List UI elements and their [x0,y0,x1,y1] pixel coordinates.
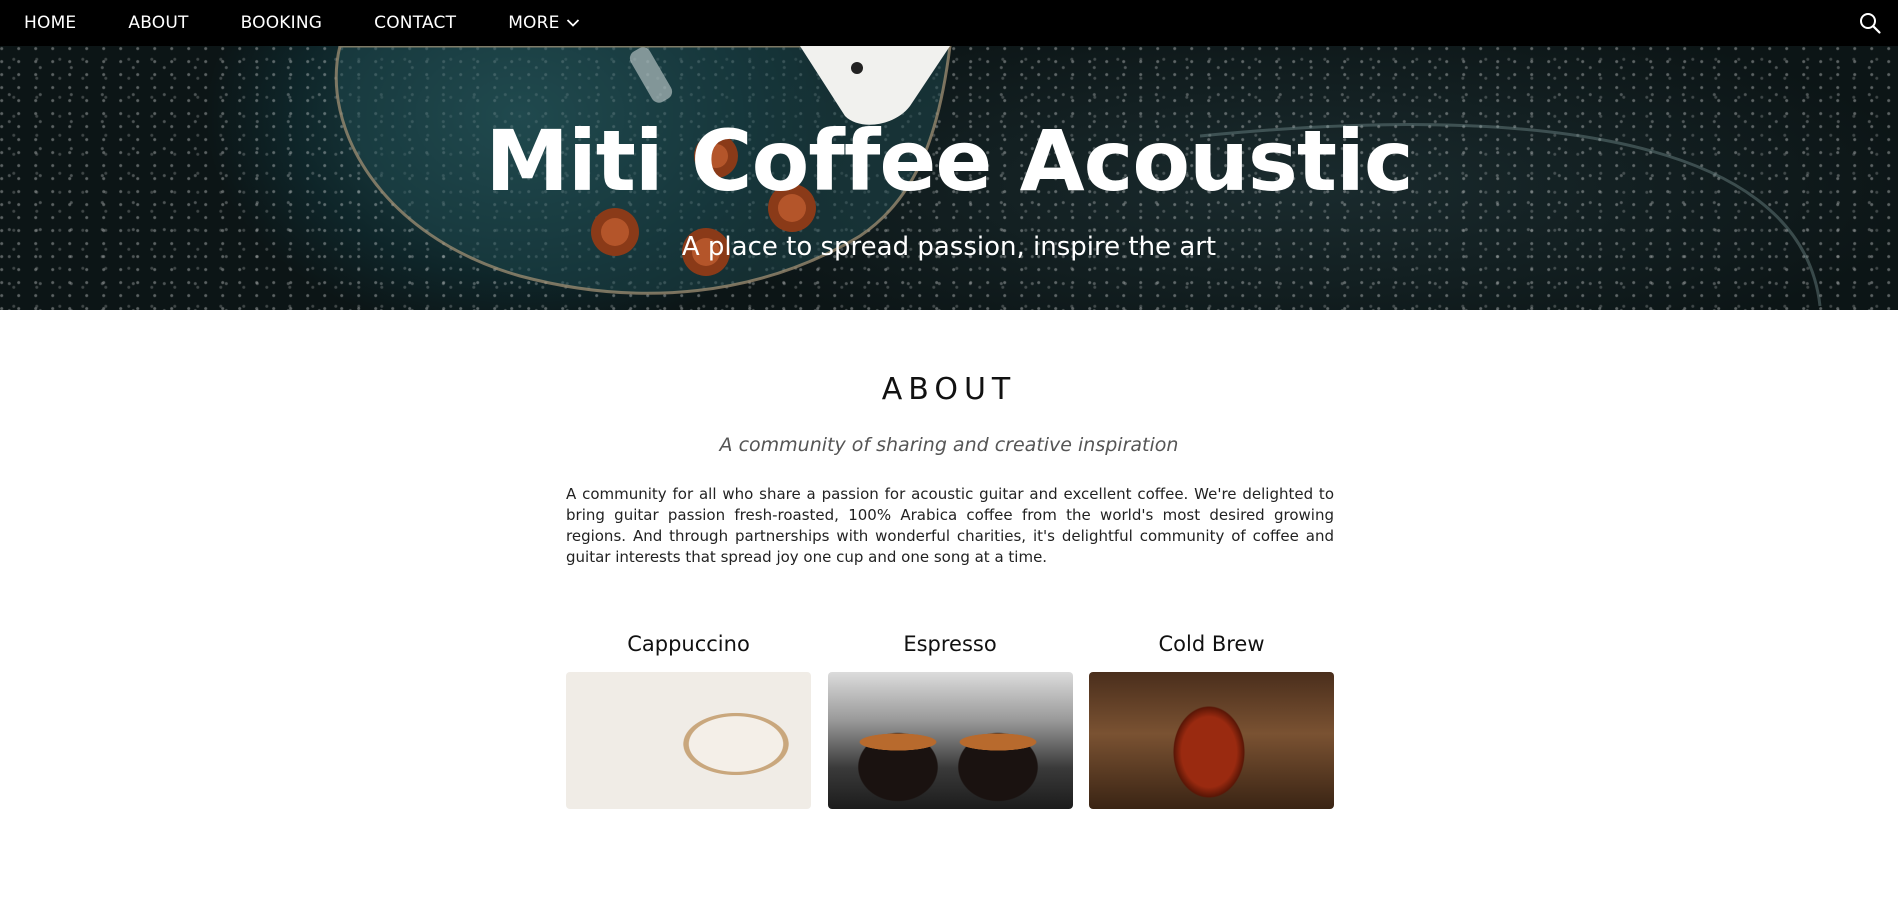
search-icon[interactable] [1858,11,1882,35]
product-card-cold-brew[interactable]: Cold Brew [1089,630,1334,809]
product-name: Cappuccino [627,632,750,656]
nav-item-label: HOME [24,13,77,33]
nav-item-about[interactable]: ABOUT [128,13,188,33]
cappuccino-image [566,672,811,809]
about-heading: ABOUT [881,372,1017,407]
nav-item-booking[interactable]: BOOKING [241,13,323,33]
product-name: Cold Brew [1158,632,1265,656]
product-card-espresso[interactable]: Espresso [827,630,1073,809]
about-tagline: A community of sharing and creative insp… [719,434,1179,456]
nav-item-more[interactable]: MORE [508,13,579,33]
chevron-down-icon [566,19,579,27]
nav-item-contact[interactable]: CONTACT [374,13,456,33]
nav-item-label: BOOKING [240,13,323,33]
top-nav: HOME ABOUT BOOKING CONTACT MORE [0,0,1898,46]
nav-item-label: MORE [508,13,560,33]
product-list: Cappuccino Espresso Cold Brew [566,630,1334,809]
espresso-image [827,672,1073,809]
product-name: Espresso [903,632,997,656]
product-card-cappuccino[interactable]: Cappuccino [566,630,811,809]
nav-item-home[interactable]: HOME [24,13,76,33]
hero-banner: Miti Coffee Acoustic A place to spread p… [0,46,1898,310]
nav-item-label: CONTACT [374,13,457,33]
hero-title: Miti Coffee Acoustic [485,112,1413,210]
nav-items: HOME ABOUT BOOKING CONTACT MORE [24,13,632,33]
hero-subtitle: A place to spread passion, inspire the a… [681,232,1217,262]
about-body: A community for all who share a passion … [566,485,1334,566]
nav-item-label: ABOUT [128,13,189,33]
cold-brew-image [1089,672,1334,809]
